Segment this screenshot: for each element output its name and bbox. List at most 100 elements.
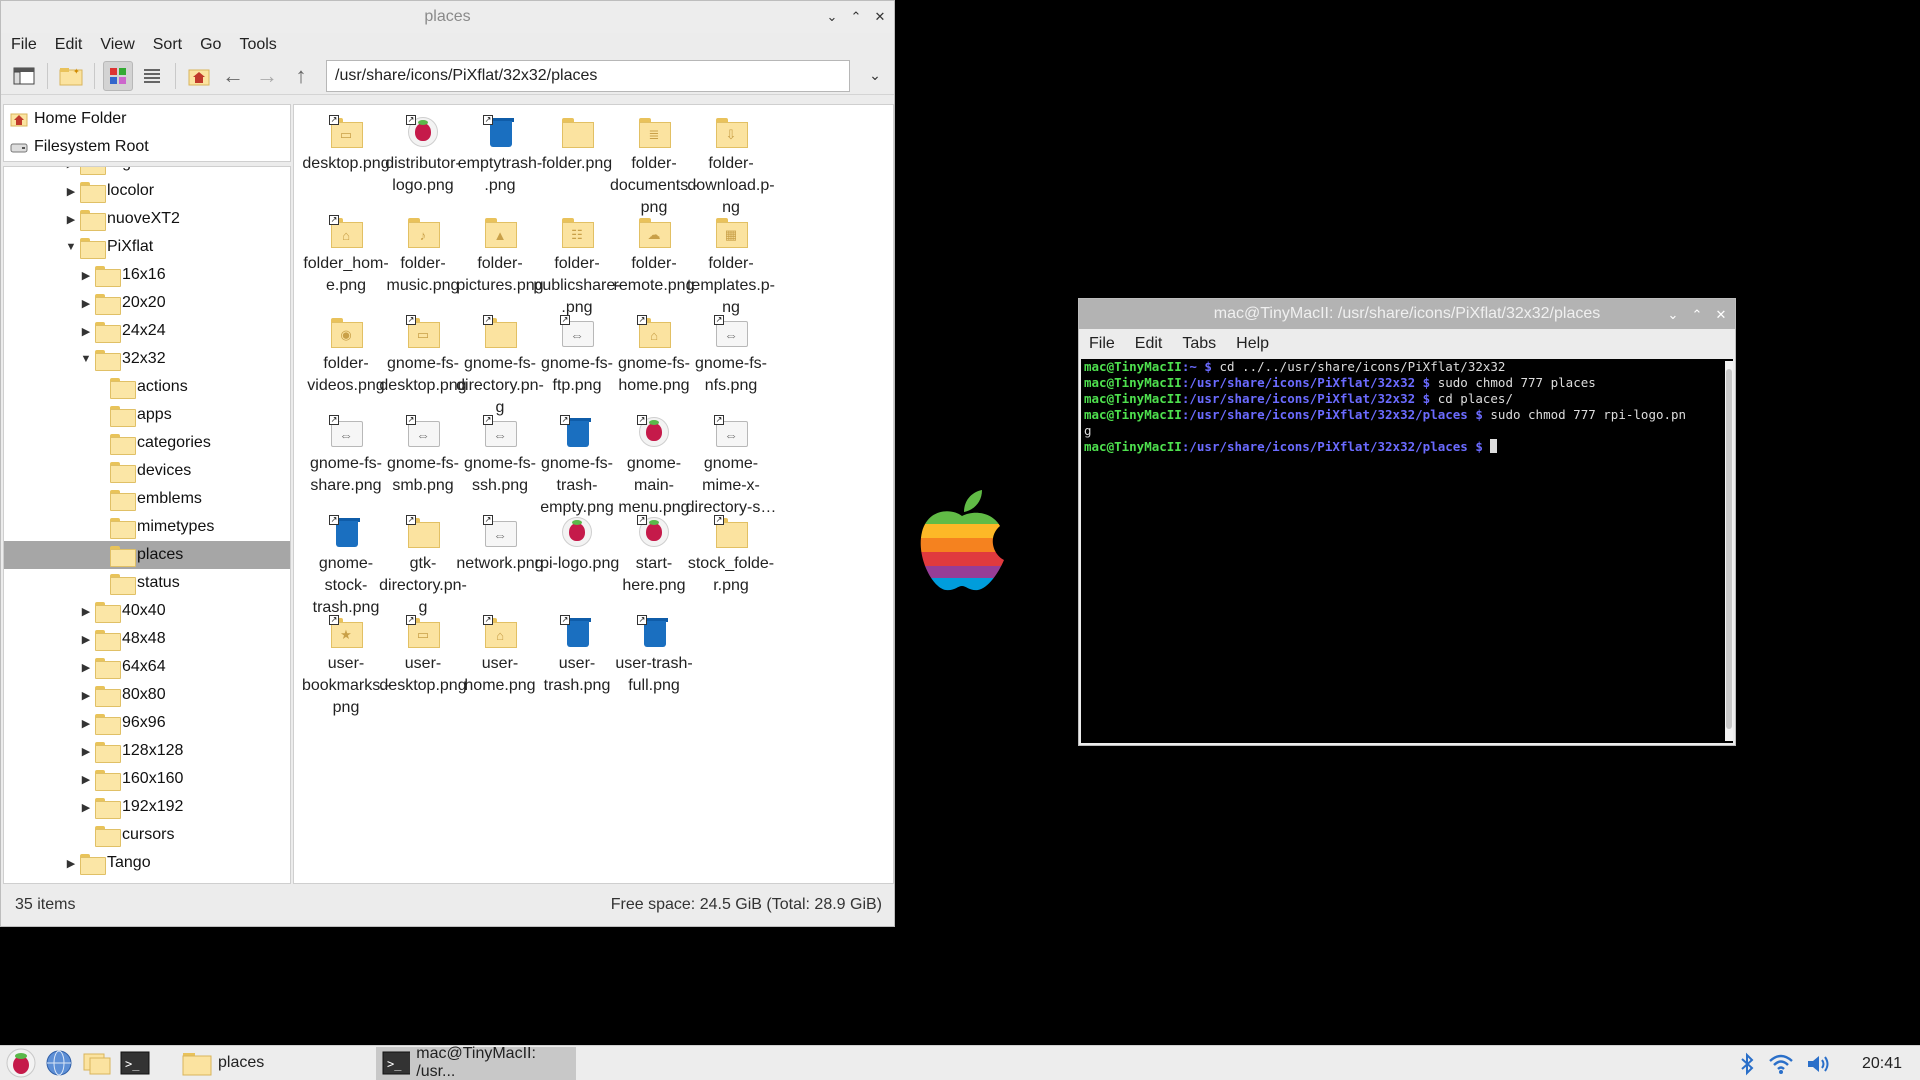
tree-node-highcontrast[interactable]: ▶ HighContrast [4,167,290,177]
tree-node-20x20[interactable]: ▶ 20x20 [4,289,290,317]
tree-node-128x128[interactable]: ▶ 128x128 [4,737,290,765]
collapsed-arrow-icon[interactable]: ▶ [62,213,80,226]
tree-node-tango[interactable]: ▶ Tango [4,849,290,877]
maximize-icon[interactable]: ⌃ [1689,307,1705,323]
tree-node-actions[interactable]: actions [4,373,290,401]
volume-icon[interactable] [1806,1053,1832,1075]
tree-node-16x16[interactable]: ▶ 16x16 [4,261,290,289]
file-manager-titlebar[interactable]: places ⌄ ⌃ ✕ [1,1,894,33]
terminal-menu-file[interactable]: File [1089,335,1115,353]
tree-node-cursors[interactable]: cursors [4,821,290,849]
taskbar-task-terminal[interactable]: >_ mac@TinyMacII: /usr... [376,1045,576,1080]
tree-node-192x192[interactable]: ▶ 192x192 [4,793,290,821]
icon-view-button[interactable] [103,60,133,91]
tree-node-48x48[interactable]: ▶ 48x48 [4,625,290,653]
tree-node-24x24[interactable]: ▶ 24x24 [4,317,290,345]
collapsed-arrow-icon[interactable]: ▶ [77,745,95,758]
minimize-icon[interactable]: ⌄ [1665,307,1681,323]
file-item[interactable]: ⇔ ↗ gnome-fs-nfs.png [684,305,778,397]
terminal-menu-edit[interactable]: Edit [1135,335,1163,353]
terminal-menu-tabs[interactable]: Tabs [1182,335,1216,353]
terminal-screen[interactable]: mac@TinyMacII:~ $ cd ../../usr/share/ico… [1081,359,1733,743]
expanded-arrow-icon[interactable]: ▼ [62,241,80,253]
network-icon: ⇔ ↗ [483,515,517,549]
path-input[interactable]: /usr/share/icons/PiXflat/32x32/places [326,59,850,92]
collapsed-arrow-icon[interactable]: ▶ [77,717,95,730]
close-icon[interactable]: ✕ [1713,307,1729,323]
terminal-scrollbar[interactable] [1725,361,1733,741]
terminal-menu-help[interactable]: Help [1236,335,1269,353]
tree-node-pixflat[interactable]: ▼ PiXflat [4,233,290,261]
collapsed-arrow-icon[interactable]: ▶ [62,167,80,170]
maximize-icon[interactable]: ⌃ [848,9,864,25]
bluetooth-icon[interactable] [1738,1052,1756,1076]
file-item[interactable]: ↗ stock_folde-r.png [684,505,778,597]
directory-tree[interactable]: ▶ HighContrast ▶ locolor ▶ nuoveXT2 ▼ PiXflat ▶ 1… [3,166,291,884]
collapsed-arrow-icon[interactable]: ▶ [62,857,80,870]
fm-menu-tools[interactable]: Tools [239,36,276,54]
tree-node-emblems[interactable]: emblems [4,485,290,513]
collapsed-arrow-icon[interactable]: ▶ [62,185,80,198]
collapsed-arrow-icon[interactable]: ▶ [77,661,95,674]
collapsed-arrow-icon[interactable]: ▶ [77,689,95,702]
collapsed-arrow-icon[interactable]: ▶ [77,297,95,310]
terminal-command: cd places/ [1430,391,1513,406]
taskbar-task-file-manager[interactable]: places [176,1047,376,1080]
tree-node-80x80[interactable]: ▶ 80x80 [4,681,290,709]
tree-node-nuovext2[interactable]: ▶ nuoveXT2 [4,205,290,233]
path-history-dropdown[interactable]: ⌄ [860,61,890,91]
folder-icon [95,685,121,707]
browser-launcher[interactable] [42,1046,76,1080]
tree-node-96x96[interactable]: ▶ 96x96 [4,709,290,737]
fm-menu-file[interactable]: File [11,36,37,54]
tree-node-mimetypes[interactable]: mimetypes [4,513,290,541]
symlink-emblem-icon: ↗ [329,515,339,525]
wifi-icon[interactable] [1768,1053,1794,1075]
list-view-button[interactable] [137,61,167,91]
tree-node-apps[interactable]: apps [4,401,290,429]
close-icon[interactable]: ✕ [872,9,888,25]
tree-node-categories[interactable]: categories [4,429,290,457]
collapsed-arrow-icon[interactable]: ▶ [77,269,95,282]
tree-node-devices[interactable]: devices [4,457,290,485]
collapsed-arrow-icon[interactable]: ▶ [77,773,95,786]
place-home-folder[interactable]: Home Folder [4,105,290,133]
collapsed-arrow-icon[interactable]: ▶ [77,325,95,338]
collapsed-arrow-icon[interactable]: ▶ [77,633,95,646]
new-folder-button[interactable]: ✦ [56,61,86,91]
tree-node-32x32[interactable]: ▼ 32x32 [4,345,290,373]
fm-menu-sort[interactable]: Sort [153,36,182,54]
file-item[interactable]: ⇔ ↗ gnome-mime-x-directory-s… [684,405,778,519]
file-manager-launcher[interactable] [80,1046,114,1080]
menu-button[interactable] [4,1046,38,1080]
place-filesystem-root[interactable]: Filesystem Root [4,133,290,161]
clock[interactable]: 20:41 [1862,1055,1902,1073]
tree-node-status[interactable]: status [4,569,290,597]
folder-icon [560,115,594,149]
tree-node-label: 96x96 [122,714,166,731]
fm-menu-view[interactable]: View [100,36,134,54]
tree-node-160x160[interactable]: ▶ 160x160 [4,765,290,793]
file-item[interactable]: ⇩ folder-download.p-ng [684,105,778,219]
tree-node-64x64[interactable]: ▶ 64x64 [4,653,290,681]
fm-menu-edit[interactable]: Edit [55,36,83,54]
minimize-icon[interactable]: ⌄ [824,9,840,25]
collapsed-arrow-icon[interactable]: ▶ [77,605,95,618]
terminal-titlebar[interactable]: mac@TinyMacII: /usr/share/icons/PiXflat/… [1079,299,1735,329]
tree-node-40x40[interactable]: ▶ 40x40 [4,597,290,625]
tree-node-locolor[interactable]: ▶ locolor [4,177,290,205]
terminal-launcher[interactable]: >_ [118,1046,152,1080]
fm-menu-go[interactable]: Go [200,36,221,54]
file-item[interactable]: ↗ user-trash-full.png [607,605,701,697]
forward-button[interactable]: → [252,61,282,91]
up-button[interactable]: ↑ [286,61,316,91]
tree-node-places[interactable]: places [4,541,290,569]
collapsed-arrow-icon[interactable]: ▶ [77,801,95,814]
expanded-arrow-icon[interactable]: ▼ [77,353,95,365]
home-button[interactable] [184,61,214,91]
back-button[interactable]: ← [218,61,248,91]
new-window-button[interactable] [9,61,39,91]
file-icon-view[interactable]: ▭ ↗ desktop.png ↗ distributor-logo.png ↗ empty… [293,104,894,884]
status-bar: 35 items Free space: 24.5 GiB (Total: 28… [1,884,894,926]
file-item[interactable]: ▦ folder-templates.p-ng [684,205,778,319]
